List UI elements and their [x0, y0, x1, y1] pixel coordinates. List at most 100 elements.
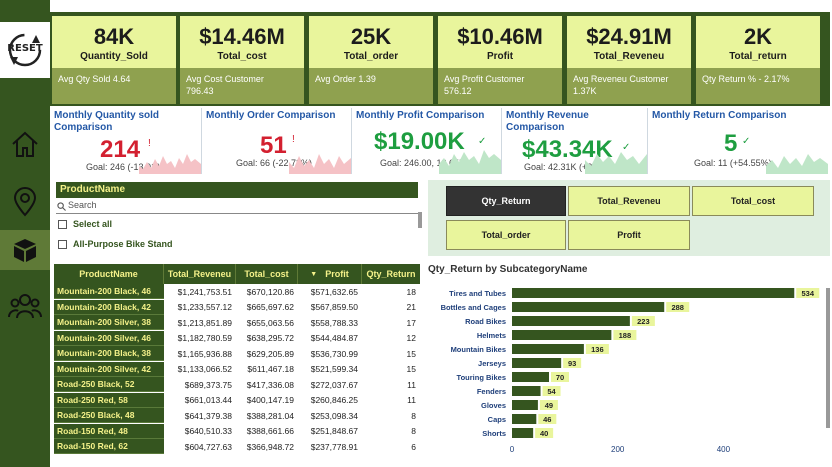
data-label: 223: [637, 317, 650, 326]
box-icon: [14, 239, 36, 262]
data-label: 534: [801, 289, 814, 298]
table-cell: $641,379.38: [184, 410, 232, 421]
table-cell: 15: [406, 348, 416, 359]
kpi-subtext: Avg Order 1.39: [315, 74, 376, 84]
data-label: 288: [671, 303, 684, 312]
category-label: Road Bikes: [465, 317, 506, 326]
table-cell: 17: [406, 317, 416, 328]
comparison-title: Monthly Profit Comparison: [356, 110, 485, 121]
kpi-label: Profit: [486, 51, 514, 62]
kpi-card-total-return: 2K Total_return Qty Return % - 2.17%: [696, 16, 820, 104]
category-label: Tires and Tubes: [449, 289, 506, 298]
slicer-scrollbar[interactable]: [418, 212, 422, 228]
comparison-card-revenue: Monthly Revenue Comparison $43.34K ✓ Goa…: [504, 108, 648, 174]
column-header[interactable]: ▼ Profit: [298, 264, 362, 284]
table-header: ProductName Total_Reveneu Total_cost ▼ Pr…: [54, 264, 420, 284]
table-cell: $655,063.56: [246, 317, 294, 328]
bar: [512, 288, 795, 298]
comparison-value: 51: [260, 132, 287, 159]
comparison-value: 214: [100, 136, 141, 163]
table-cell: $665,697.62: [246, 302, 294, 312]
search-placeholder: Search: [68, 200, 97, 210]
table-cell: $521,599.34: [310, 364, 358, 374]
home-nav-button[interactable]: [0, 118, 50, 170]
kpi-label: Total_Reveneu: [593, 51, 665, 62]
slicer-item[interactable]: All-Purpose Bike Stand: [58, 237, 173, 251]
kpi-value: 2K: [743, 24, 773, 49]
kpi-label: Total_return: [729, 51, 787, 62]
column-header[interactable]: Total_cost: [236, 264, 298, 284]
metric-button-total-order[interactable]: Total_order: [446, 220, 566, 250]
table-row[interactable]: Road-250 Black, 52 $689,373.75 $417,336.08…: [54, 377, 420, 392]
search-icon: [57, 202, 66, 211]
category-label: Gloves: [481, 401, 506, 410]
x-tick-label: 400: [717, 445, 731, 454]
column-header[interactable]: ProductName: [54, 264, 164, 284]
column-header[interactable]: Total_Reveneu: [164, 264, 236, 284]
data-label: 93: [568, 359, 576, 368]
customers-nav-button[interactable]: [0, 280, 50, 332]
table-cell: 12: [406, 333, 416, 343]
metric-button-total-revenue[interactable]: Total_Reveneu: [568, 186, 690, 216]
comparison-title: Monthly Order Comparison: [206, 110, 336, 121]
bar: [512, 316, 630, 326]
table-cell: Mountain-200 Black, 38: [54, 346, 164, 361]
slicer-item-select-all[interactable]: Select all: [58, 217, 112, 231]
metric-button-group: Qty_Return Total_Reveneu Total_cost Tota…: [428, 180, 830, 256]
slicer-search-input[interactable]: Search: [56, 200, 418, 214]
comparison-title: Monthly Revenue Comparison: [506, 110, 589, 133]
comparison-card-profit: Monthly Profit Comparison $19.00K ✓ Goal…: [354, 108, 502, 174]
category-label: Helmets: [477, 331, 506, 340]
table-cell: 11: [407, 395, 416, 405]
table-row[interactable]: Mountain-200 Black, 42 $1,233,557.12 $665,…: [54, 299, 420, 315]
table-row[interactable]: Road-250 Black, 48 $641,379.38 $388,281.04…: [54, 408, 420, 423]
chart-title: Qty_Return by SubcategoryName: [428, 264, 588, 275]
checkbox[interactable]: [58, 219, 67, 229]
table-row[interactable]: Road-250 Red, 58 $661,013.44 $400,147.19 $2…: [54, 392, 420, 408]
kpi-subtext: Avg Reveneu Customer 1.37K: [573, 74, 669, 96]
table-cell: Road-250 Black, 52: [54, 377, 164, 392]
category-label: Caps: [488, 415, 506, 424]
table-cell: $571,632.65: [310, 286, 358, 297]
x-tick-label: 200: [611, 445, 625, 454]
table-row[interactable]: Mountain-200 Silver, 42 $1,133,066.52 $611…: [54, 361, 420, 377]
table-cell: 6: [411, 441, 416, 452]
sparkline: [439, 150, 501, 174]
table-cell: Mountain-200 Silver, 42: [54, 361, 164, 377]
reset-button[interactable]: RESET: [0, 22, 50, 78]
table-row[interactable]: Mountain-200 Silver, 38 $1,213,851.89 $655…: [54, 315, 420, 330]
subcategory-bar-chart: Tires and Tubes 534 Bottles and Cages 288 Ro…: [441, 288, 820, 454]
kpi-card-profit: $10.46M Profit Avg Profit Customer 576.12: [438, 16, 562, 104]
metric-button-profit[interactable]: Profit: [568, 220, 690, 250]
sparkline: [766, 154, 828, 174]
kpi-label: Total_order: [343, 51, 399, 62]
sort-desc-icon: ▼: [310, 270, 318, 278]
table-row[interactable]: Road-150 Red, 48 $640,510.33 $388,661.66 $2…: [54, 423, 420, 439]
kpi-value: $24.91M: [586, 24, 672, 49]
bar: [512, 302, 665, 312]
chart-scrollbar[interactable]: [826, 288, 830, 428]
category-label: Shorts: [482, 429, 506, 438]
kpi-value: 84K: [93, 24, 135, 49]
bar: [512, 372, 549, 382]
table-row[interactable]: Mountain-200 Black, 38 $1,165,936.88 $629,…: [54, 346, 420, 361]
checkbox[interactable]: [58, 239, 67, 249]
table-cell: $366,948.72: [246, 441, 294, 452]
slicer-item-label: All-Purpose Bike Stand: [73, 239, 173, 249]
data-label: 49: [545, 401, 553, 410]
kpi-card-total-cost: $14.46M Total_cost Avg Cost Customer 796.…: [180, 16, 304, 104]
metric-button-total-cost[interactable]: Total_cost: [692, 186, 814, 216]
metric-button-qty-return[interactable]: Qty_Return: [446, 186, 566, 216]
map-nav-button[interactable]: [0, 176, 50, 228]
column-header[interactable]: Qty_Return: [362, 264, 420, 284]
category-label: Fenders: [477, 387, 506, 396]
table-cell: $417,336.08: [246, 379, 294, 390]
table-cell: $237,778.91: [310, 441, 358, 452]
table-row[interactable]: Mountain-200 Silver, 46 $1,182,780.59 $638…: [54, 330, 420, 346]
comparison-card-quantity: Monthly Quantity sold Comparison 214 ! G…: [52, 108, 202, 174]
table-row[interactable]: Road-150 Red, 62 $604,727.63 $366,948.72 $2…: [54, 439, 420, 454]
table-cell: $544,484.87: [310, 333, 358, 343]
product-nav-button[interactable]: [0, 230, 50, 270]
table-cell: 8: [411, 426, 416, 436]
table-row[interactable]: Mountain-200 Black, 46 $1,241,753.51 $670,…: [54, 284, 420, 299]
